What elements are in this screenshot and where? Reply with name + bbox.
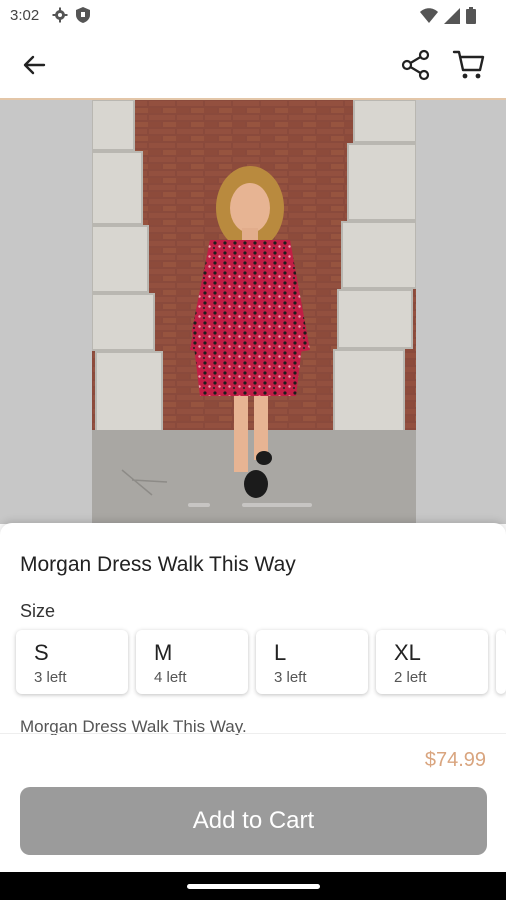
signal-icon xyxy=(444,7,460,24)
divider xyxy=(0,733,506,734)
gear-icon xyxy=(52,7,68,23)
wifi-icon xyxy=(420,7,438,23)
shield-icon xyxy=(76,7,90,23)
size-stock: 3 left xyxy=(34,669,67,686)
product-details-sheet: Morgan Dress Walk This Way Size S 3 left… xyxy=(0,523,506,873)
size-selector: S 3 left M 4 left L 3 left XL 2 left xyxy=(16,630,506,698)
status-time: 3:02 xyxy=(10,7,40,24)
share-icon xyxy=(401,49,430,81)
battery-icon xyxy=(466,7,476,24)
size-stock: 2 left xyxy=(394,669,427,686)
size-option-next-partial[interactable] xyxy=(496,630,506,694)
status-right-icons xyxy=(420,7,476,24)
product-photo xyxy=(92,100,416,524)
size-stock: 4 left xyxy=(154,669,187,686)
size-option-xl[interactable]: XL 2 left xyxy=(376,630,488,694)
share-button[interactable] xyxy=(400,49,432,81)
size-name: S xyxy=(34,640,49,665)
back-arrow-icon xyxy=(23,55,46,75)
add-to-cart-button[interactable]: Add to Cart xyxy=(20,787,487,855)
home-gesture-handle[interactable] xyxy=(187,884,320,889)
size-option-m[interactable]: M 4 left xyxy=(136,630,248,694)
size-option-s[interactable]: S 3 left xyxy=(16,630,128,694)
status-bar: 3:02 xyxy=(0,0,506,32)
system-nav-bar xyxy=(0,872,506,900)
status-left-icons xyxy=(52,7,90,23)
product-price: $74.99 xyxy=(424,749,486,771)
cart-icon xyxy=(452,50,485,79)
back-button[interactable] xyxy=(20,50,50,80)
product-image-area[interactable] xyxy=(0,100,506,524)
size-label: Size xyxy=(20,601,56,621)
size-name: L xyxy=(274,640,287,665)
app-bar xyxy=(0,32,506,100)
product-title: Morgan Dress Walk This Way xyxy=(20,553,296,576)
size-name: M xyxy=(154,640,173,665)
size-stock: 3 left xyxy=(274,669,307,686)
size-option-l[interactable]: L 3 left xyxy=(256,630,368,694)
size-name: XL xyxy=(394,640,421,665)
cart-button[interactable] xyxy=(452,49,486,81)
